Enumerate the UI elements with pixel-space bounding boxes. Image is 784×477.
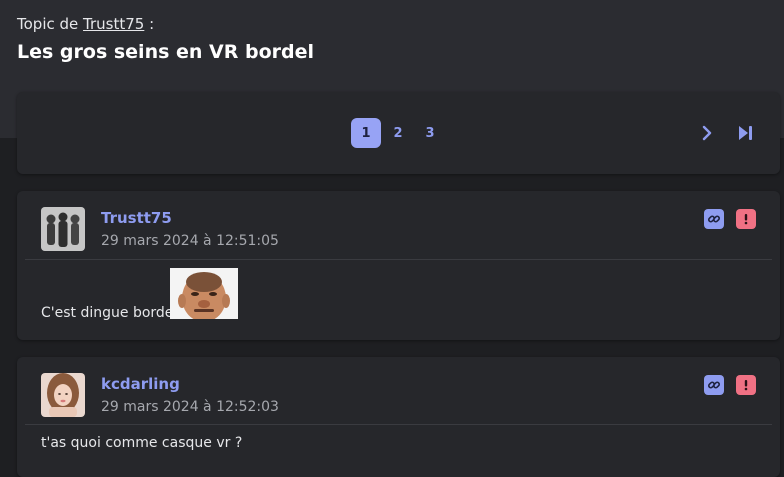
post-card: kcdarling 29 mars 2024 à 12:52:03 t'as q… <box>17 357 780 477</box>
post-card: Trustt75 29 mars 2024 à 12:51:05 C'est d… <box>17 191 780 340</box>
topic-title: Les gros seins en VR bordel <box>17 41 315 63</box>
chevron-right-icon[interactable] <box>697 123 717 143</box>
page-2-button[interactable]: 2 <box>383 118 413 148</box>
avatar-image <box>41 207 85 251</box>
post-author[interactable]: kcdarling <box>101 375 180 393</box>
topic-author-line: Topic de Trustt75 : <box>17 15 154 33</box>
pagination-bar: 1 2 3 <box>17 92 780 174</box>
permalink-button[interactable] <box>704 209 724 229</box>
skip-to-end-icon[interactable] <box>735 123 755 143</box>
page-1-button[interactable]: 1 <box>351 118 381 148</box>
post-divider <box>25 259 772 260</box>
topic-prefix: Topic de <box>17 15 79 33</box>
avatar-image <box>41 373 85 417</box>
permalink-button[interactable] <box>704 375 724 395</box>
report-button[interactable] <box>736 375 756 395</box>
exclamation-icon <box>744 214 748 225</box>
topic-suffix: : <box>144 15 155 33</box>
avatar[interactable] <box>41 373 85 417</box>
exclamation-icon <box>744 380 748 391</box>
post-date[interactable]: 29 mars 2024 à 12:52:03 <box>101 399 279 415</box>
page-3-button[interactable]: 3 <box>415 118 445 148</box>
report-button[interactable] <box>736 209 756 229</box>
risitas-sticker-icon <box>170 268 238 319</box>
avatar[interactable] <box>41 207 85 251</box>
link-icon <box>707 381 721 389</box>
link-icon <box>707 215 721 223</box>
topic-author-link[interactable]: Trustt75 <box>83 15 144 33</box>
post-text: C'est dingue bordel <box>41 305 178 321</box>
post-divider <box>25 424 772 425</box>
sticker-image <box>170 268 238 319</box>
post-date[interactable]: 29 mars 2024 à 12:51:05 <box>101 233 279 249</box>
post-author[interactable]: Trustt75 <box>101 209 172 227</box>
post-text: t'as quoi comme casque vr ? <box>41 435 243 451</box>
